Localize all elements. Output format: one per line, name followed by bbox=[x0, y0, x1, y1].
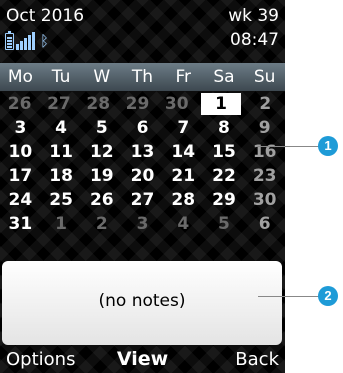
calendar-day[interactable]: 3 bbox=[122, 212, 163, 236]
calendar-day[interactable]: 21 bbox=[163, 164, 204, 188]
calendar-day[interactable]: 5 bbox=[204, 212, 245, 236]
calendar-week-row: 10 11 12 13 14 15 16 bbox=[0, 140, 285, 164]
calendar-day[interactable]: 4 bbox=[41, 116, 82, 140]
calendar-day-selected[interactable]: 1 bbox=[201, 93, 241, 115]
calendar-day[interactable]: 10 bbox=[0, 140, 41, 164]
weekday-label: Tu bbox=[51, 67, 71, 87]
calendar-week-row: 24 25 26 27 28 29 30 bbox=[0, 188, 285, 212]
notes-panel[interactable]: (no notes) bbox=[2, 261, 282, 345]
calendar-day[interactable]: 24 bbox=[0, 188, 41, 212]
calendar-day[interactable]: 8 bbox=[204, 116, 245, 140]
calendar-day[interactable]: 28 bbox=[163, 188, 204, 212]
calendar-day[interactable]: 29 bbox=[204, 188, 245, 212]
bluetooth-icon: ᛒ bbox=[40, 32, 50, 50]
calendar-day[interactable]: 13 bbox=[122, 140, 163, 164]
calendar-day[interactable]: 29 bbox=[118, 92, 157, 116]
calendar-day[interactable]: 11 bbox=[41, 140, 82, 164]
callout-badge-2: 2 bbox=[318, 286, 338, 306]
notes-text: (no notes) bbox=[98, 291, 186, 311]
weekday-label: Su bbox=[253, 67, 276, 87]
signal-icon bbox=[16, 32, 35, 50]
back-softkey[interactable]: Back bbox=[235, 349, 279, 370]
calendar-week-row: 3 4 5 6 7 8 9 bbox=[0, 116, 285, 140]
calendar-day[interactable]: 31 bbox=[0, 212, 41, 236]
calendar-day[interactable]: 16 bbox=[244, 140, 285, 164]
calendar-day[interactable]: 28 bbox=[79, 92, 118, 116]
weekday-label: Mo bbox=[7, 67, 33, 87]
calendar-day[interactable]: 2 bbox=[81, 212, 122, 236]
battery-icon bbox=[5, 31, 14, 50]
weekday-header: Mo Tu W Th Fr Sa Su bbox=[0, 63, 285, 91]
callout-line-2 bbox=[258, 296, 320, 297]
phone-screen: Oct 2016 wk 39 ᛒ 08:47 Mo Tu W Th Fr Sa … bbox=[0, 0, 285, 373]
calendar-day[interactable]: 27 bbox=[122, 188, 163, 212]
calendar-grid: 26 27 28 29 30 1 2 3 4 5 6 7 8 9 10 11 1… bbox=[0, 92, 285, 236]
calendar-day[interactable]: 27 bbox=[39, 92, 78, 116]
calendar-day[interactable]: 6 bbox=[244, 212, 285, 236]
weekday-label: Th bbox=[131, 67, 154, 87]
calendar-week-row: 26 27 28 29 30 1 2 bbox=[0, 92, 285, 116]
calendar-day[interactable]: 20 bbox=[122, 164, 163, 188]
calendar-day[interactable]: 30 bbox=[157, 92, 196, 116]
calendar-day[interactable]: 17 bbox=[0, 164, 41, 188]
calendar-day[interactable]: 30 bbox=[244, 188, 285, 212]
softkey-bar: Options View Back bbox=[0, 345, 285, 373]
calendar-day[interactable]: 3 bbox=[0, 116, 41, 140]
calendar-day[interactable]: 19 bbox=[81, 164, 122, 188]
calendar-week-row: 31 1 2 3 4 5 6 bbox=[0, 212, 285, 236]
calendar-day[interactable]: 26 bbox=[81, 188, 122, 212]
calendar-day[interactable]: 12 bbox=[81, 140, 122, 164]
callout-badge-1: 1 bbox=[318, 136, 338, 156]
clock-time: 08:47 bbox=[230, 30, 279, 50]
calendar-day[interactable]: 9 bbox=[244, 116, 285, 140]
calendar-day[interactable]: 7 bbox=[163, 116, 204, 140]
calendar-week-row: 17 18 19 20 21 22 23 bbox=[0, 164, 285, 188]
calendar-day[interactable]: 15 bbox=[204, 140, 245, 164]
calendar-day[interactable]: 1 bbox=[41, 212, 82, 236]
calendar-day[interactable]: 26 bbox=[0, 92, 39, 116]
weekday-label: Fr bbox=[175, 67, 191, 87]
calendar-day[interactable]: 4 bbox=[163, 212, 204, 236]
status-icons: ᛒ bbox=[5, 30, 49, 50]
calendar-day[interactable]: 25 bbox=[41, 188, 82, 212]
weekday-label: W bbox=[93, 67, 111, 87]
calendar-day[interactable]: 5 bbox=[81, 116, 122, 140]
calendar-day[interactable]: 23 bbox=[244, 164, 285, 188]
callout-line-1 bbox=[258, 146, 320, 147]
status-bar: Oct 2016 wk 39 ᛒ 08:47 bbox=[0, 0, 285, 62]
calendar-day[interactable]: 6 bbox=[122, 116, 163, 140]
calendar-day[interactable]: 14 bbox=[163, 140, 204, 164]
week-number-label: wk 39 bbox=[228, 6, 279, 26]
calendar-day[interactable]: 2 bbox=[246, 92, 285, 116]
month-year-label: Oct 2016 bbox=[6, 6, 85, 26]
calendar-day[interactable]: 18 bbox=[41, 164, 82, 188]
weekday-label: Sa bbox=[213, 67, 235, 87]
calendar-day[interactable]: 22 bbox=[204, 164, 245, 188]
